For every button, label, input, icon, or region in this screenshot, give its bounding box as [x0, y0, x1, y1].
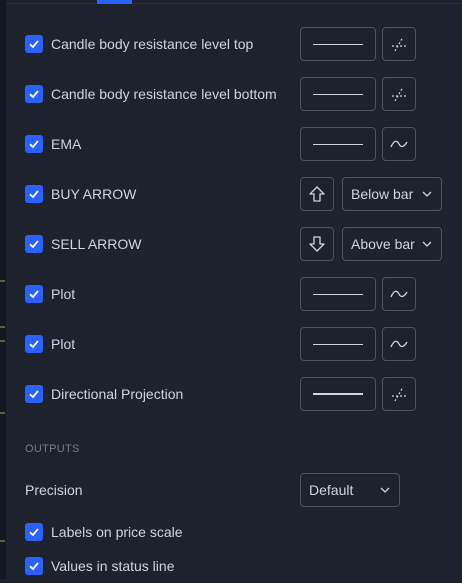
checkbox-resistance-bottom[interactable]: [25, 85, 43, 103]
label-resistance-top: Candle body resistance level top: [51, 36, 254, 52]
checkbox-buy-arrow[interactable]: [25, 185, 43, 203]
active-tab-indicator: [97, 0, 132, 4]
labels-on-price-scale-row: Labels on price scale: [25, 515, 442, 549]
line-style-button[interactable]: [300, 327, 376, 361]
tab-divider: [6, 3, 462, 4]
outputs-section-title: OUTPUTS: [25, 443, 80, 455]
label-plot-1: Plot: [51, 286, 76, 302]
dotted-line-icon[interactable]: [382, 77, 416, 111]
label-ema: EMA: [51, 136, 82, 152]
checkbox-directional-projection[interactable]: [25, 385, 43, 403]
location-dropdown-sell[interactable]: Above bar: [342, 227, 442, 261]
checkbox-ema[interactable]: [25, 135, 43, 153]
label-resistance-bottom: Candle body resistance level bottom: [51, 86, 277, 102]
checkbox-labels-on-price-scale[interactable]: [25, 523, 43, 541]
checkbox-sell-arrow[interactable]: [25, 235, 43, 253]
dotted-line-icon[interactable]: [382, 377, 416, 411]
checkbox-plot-2[interactable]: [25, 335, 43, 353]
wave-line-icon[interactable]: [382, 127, 416, 161]
arrow-up-icon[interactable]: [300, 177, 334, 211]
line-style-button[interactable]: [300, 277, 376, 311]
precision-label: Precision: [25, 482, 83, 498]
label-sell-arrow: SELL ARROW: [51, 236, 142, 252]
values-in-status-line-row: Values in status line: [25, 549, 442, 583]
label-directional-projection: Directional Projection: [51, 386, 184, 402]
chevron-down-icon: [422, 191, 432, 197]
checkbox-resistance-top[interactable]: [25, 35, 43, 53]
location-value: Above bar: [351, 236, 415, 252]
dotted-line-icon[interactable]: [382, 27, 416, 61]
label-labels-on-price-scale: Labels on price scale: [51, 524, 183, 540]
arrow-down-icon[interactable]: [300, 227, 334, 261]
precision-value: Default: [309, 482, 354, 498]
label-values-in-status-line: Values in status line: [51, 558, 175, 574]
chart-edge-strip: [0, 0, 6, 579]
chevron-down-icon: [422, 241, 432, 247]
checkbox-plot-1[interactable]: [25, 285, 43, 303]
line-style-button[interactable]: [300, 377, 376, 411]
location-dropdown-buy[interactable]: Below bar: [342, 177, 442, 211]
label-buy-arrow: BUY ARROW: [51, 186, 137, 202]
line-style-button[interactable]: [300, 127, 376, 161]
label-plot-2: Plot: [51, 336, 76, 352]
precision-dropdown[interactable]: Default: [300, 473, 400, 507]
chevron-down-icon: [380, 487, 390, 493]
location-value: Below bar: [351, 186, 414, 202]
wave-line-icon[interactable]: [382, 327, 416, 361]
wave-line-icon[interactable]: [382, 277, 416, 311]
checkbox-values-in-status-line[interactable]: [25, 557, 43, 575]
line-style-button[interactable]: [300, 27, 376, 61]
line-style-button[interactable]: [300, 77, 376, 111]
